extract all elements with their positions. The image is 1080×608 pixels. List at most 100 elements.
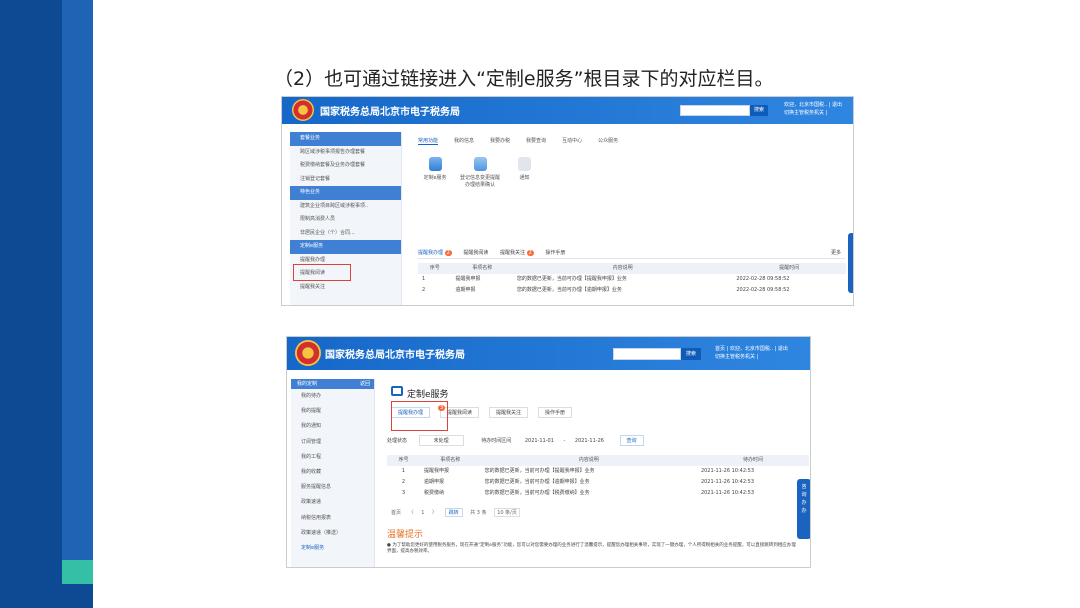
sidebar-dark-strip: [0, 0, 62, 608]
search-input[interactable]: [613, 348, 681, 360]
search-button[interactable]: 搜索: [681, 348, 701, 360]
sub-tab-manual[interactable]: 操作手册: [545, 250, 565, 256]
user-link-line-1[interactable]: 欢迎，北京市国税.. | 退出: [784, 102, 842, 110]
col-time: 提醒时间: [732, 263, 846, 274]
nav-item[interactable]: 建筑企业项目跨区域涉税事项..: [290, 200, 401, 214]
cell-name: 逾期申报: [424, 479, 445, 485]
tile-label: 通知: [519, 175, 530, 181]
tile-custom-e-service[interactable]: 定制e服务: [420, 157, 450, 181]
reminder-table: 序号 事项名称 内容说明 提醒时间 1 提醒我申报 您的数据已更新，当前可办理【…: [418, 263, 846, 296]
search-button[interactable]: 搜索: [750, 105, 768, 116]
tab-tax[interactable]: 我要办税: [490, 138, 510, 144]
filter-row: 处理状态 未处理 待办时间区间 2021-11-01 - 2021-11-26 …: [387, 435, 644, 446]
tile-notice[interactable]: 通知: [512, 157, 537, 181]
tab-common[interactable]: 常用功能: [418, 138, 439, 145]
table-row[interactable]: 2 逾期申报 您的数据已更新，当前可办理【逾期申报】业务 2021-11-26 …: [387, 477, 809, 488]
tab-public[interactable]: 公众服务: [598, 138, 618, 144]
pager-page[interactable]: 1: [421, 510, 424, 516]
nav-item[interactable]: 我的工程: [291, 450, 374, 465]
user-link-line-2[interactable]: 切换主管税务机关 |: [715, 354, 788, 362]
pager-go[interactable]: 跳转: [444, 508, 463, 517]
tax-emblem-icon: [295, 340, 321, 366]
status-select[interactable]: 未处理: [418, 435, 464, 446]
slide-heading: （2）也可通过链接进入“定制e服务”根目录下的对应栏目。: [274, 68, 774, 90]
nav-item[interactable]: 我的提醒: [291, 404, 374, 419]
table-row[interactable]: 1 提醒我申报 您的数据已更新，当前可办理【提醒我申报】业务 2022-02-2…: [418, 274, 846, 285]
nav-section-package[interactable]: 套餐业务: [290, 132, 401, 146]
cell-name: 提醒我申报: [455, 276, 481, 282]
date-from[interactable]: 2021-11-01: [525, 438, 554, 444]
site-brand: 国家税务总局北京市电子税务局: [320, 107, 460, 118]
cell-desc: 您的数据已更新，当前可办理【提醒我申报】业务: [484, 468, 595, 474]
col-desc: 内容说明: [512, 263, 733, 274]
side-float-consult[interactable]: 咨询办办: [797, 479, 810, 539]
cell-time: 2021-11-26 10:42:53: [700, 490, 755, 496]
nav-item[interactable]: 我的通知: [291, 419, 374, 434]
user-link-line-2[interactable]: 切换主管税务机关 |: [784, 110, 842, 118]
sub-tabs: 提醒我办理 2 提醒我阅读 提醒我关注 2 操作手册 更多: [418, 249, 845, 259]
sub-tab-manual[interactable]: 操作手册: [538, 407, 573, 418]
table-row[interactable]: 3 税费缴纳 您的数据已更新，当前可办理【税费缴纳】业务 2021-11-26 …: [387, 488, 809, 499]
table-row[interactable]: 1 提醒我申报 您的数据已更新，当前可办理【提醒我申报】业务 2021-11-2…: [387, 466, 809, 477]
nav-item[interactable]: 我的待办: [291, 389, 374, 404]
nav-item[interactable]: 我的收藏: [291, 465, 374, 480]
sub-tab-follow[interactable]: 提醒我关注 2: [500, 250, 534, 256]
tab-my-info[interactable]: 我的信息: [454, 138, 474, 144]
nav-header: 我的定制 返回: [291, 379, 374, 389]
nav-section-special[interactable]: 特色业务: [290, 186, 401, 200]
side-float-tab[interactable]: [848, 233, 853, 293]
highlight-box: [391, 401, 448, 431]
col-no: 序号: [387, 455, 421, 466]
pager-next[interactable]: 〉: [432, 510, 437, 516]
nav-item[interactable]: 跨区域涉税事项报告办理套餐: [290, 146, 401, 160]
site-brand: 国家税务总局北京市电子税务局: [325, 350, 465, 361]
cell-no: 1: [401, 468, 406, 474]
nav-item[interactable]: 税费缴纳套餐及业务办理套餐: [290, 159, 401, 173]
nav-item[interactable]: 纳税信用报表: [291, 511, 374, 526]
col-name: 事项名称: [420, 455, 481, 466]
tile-label: 登记信息变更提醒 办理结果确认: [460, 175, 501, 188]
nav-item[interactable]: 提醒我关注: [290, 281, 401, 295]
date-to[interactable]: 2021-11-26: [575, 438, 604, 444]
cell-desc: 您的数据已更新，当前可办理【逾期申报】业务: [484, 479, 590, 485]
check-icon: [473, 157, 487, 171]
more-link[interactable]: 更多: [831, 249, 841, 256]
nav-item-custom-e-service[interactable]: 定制e服务: [291, 541, 374, 556]
nav-item[interactable]: 注销登记套餐: [290, 173, 401, 187]
table-header: 序号 事项名称 内容说明 待办时间: [387, 455, 809, 466]
col-desc: 内容说明: [480, 455, 697, 466]
nav-item[interactable]: 非居民企业（个）合同...: [290, 227, 401, 241]
site-header: 国家税务总局北京市电子税务局 搜索 首页 | 欢迎，北京市国税.. | 退出 切…: [287, 337, 810, 370]
cell-time: 2021-11-26 10:42:53: [700, 479, 755, 485]
highlight-box: [293, 264, 351, 281]
pager-prev[interactable]: 〈: [409, 510, 414, 516]
table-header: 序号 事项名称 内容说明 提醒时间: [418, 263, 846, 274]
table-row[interactable]: 2 逾期申报 您的数据已更新，当前可办理【逾期申报】业务 2022-02-28 …: [418, 285, 846, 296]
status-label: 处理状态: [387, 438, 408, 444]
query-button[interactable]: 查询: [619, 435, 644, 446]
cell-name: 提醒我申报: [424, 468, 450, 474]
user-link-line-1[interactable]: 首页 | 欢迎，北京市国税.. | 退出: [715, 346, 788, 354]
pager-size[interactable]: 10 条/页: [494, 508, 520, 517]
cell-no: 2: [422, 287, 426, 293]
left-nav: 我的定制 返回 我的待办 我的提醒 我的通知 订阅管理 我的工程 我的收藏 服务…: [291, 379, 375, 567]
nav-item[interactable]: 服务提醒信息: [291, 480, 374, 495]
tab-interaction[interactable]: 互动中心: [562, 138, 582, 144]
nav-section-custom-e-service[interactable]: 定制e服务: [290, 240, 401, 254]
tile-registration-change[interactable]: 登记信息变更提醒 办理结果确认: [460, 157, 500, 188]
notice-icon: [518, 157, 531, 171]
tax-emblem-icon: [292, 99, 314, 121]
sub-tab-follow[interactable]: 提醒我关注: [489, 407, 529, 418]
nav-item[interactable]: 政策速递（推送）: [291, 526, 374, 541]
tab-query[interactable]: 我要查询: [526, 138, 546, 144]
sub-tab-handle[interactable]: 提醒我办理 2: [418, 250, 452, 256]
nav-back-button[interactable]: 返回: [360, 379, 370, 389]
nav-item[interactable]: 订阅管理: [291, 435, 374, 450]
cell-time: 2022-02-28 09:58:52: [736, 276, 790, 282]
cell-name: 税费缴纳: [424, 490, 445, 496]
nav-item[interactable]: 限制高消费人员: [290, 213, 401, 227]
sub-tab-read[interactable]: 提醒我阅读: [463, 250, 488, 256]
search-input[interactable]: [680, 105, 750, 116]
pager-first[interactable]: 首页: [391, 510, 401, 516]
nav-item[interactable]: 政策速递: [291, 495, 374, 510]
